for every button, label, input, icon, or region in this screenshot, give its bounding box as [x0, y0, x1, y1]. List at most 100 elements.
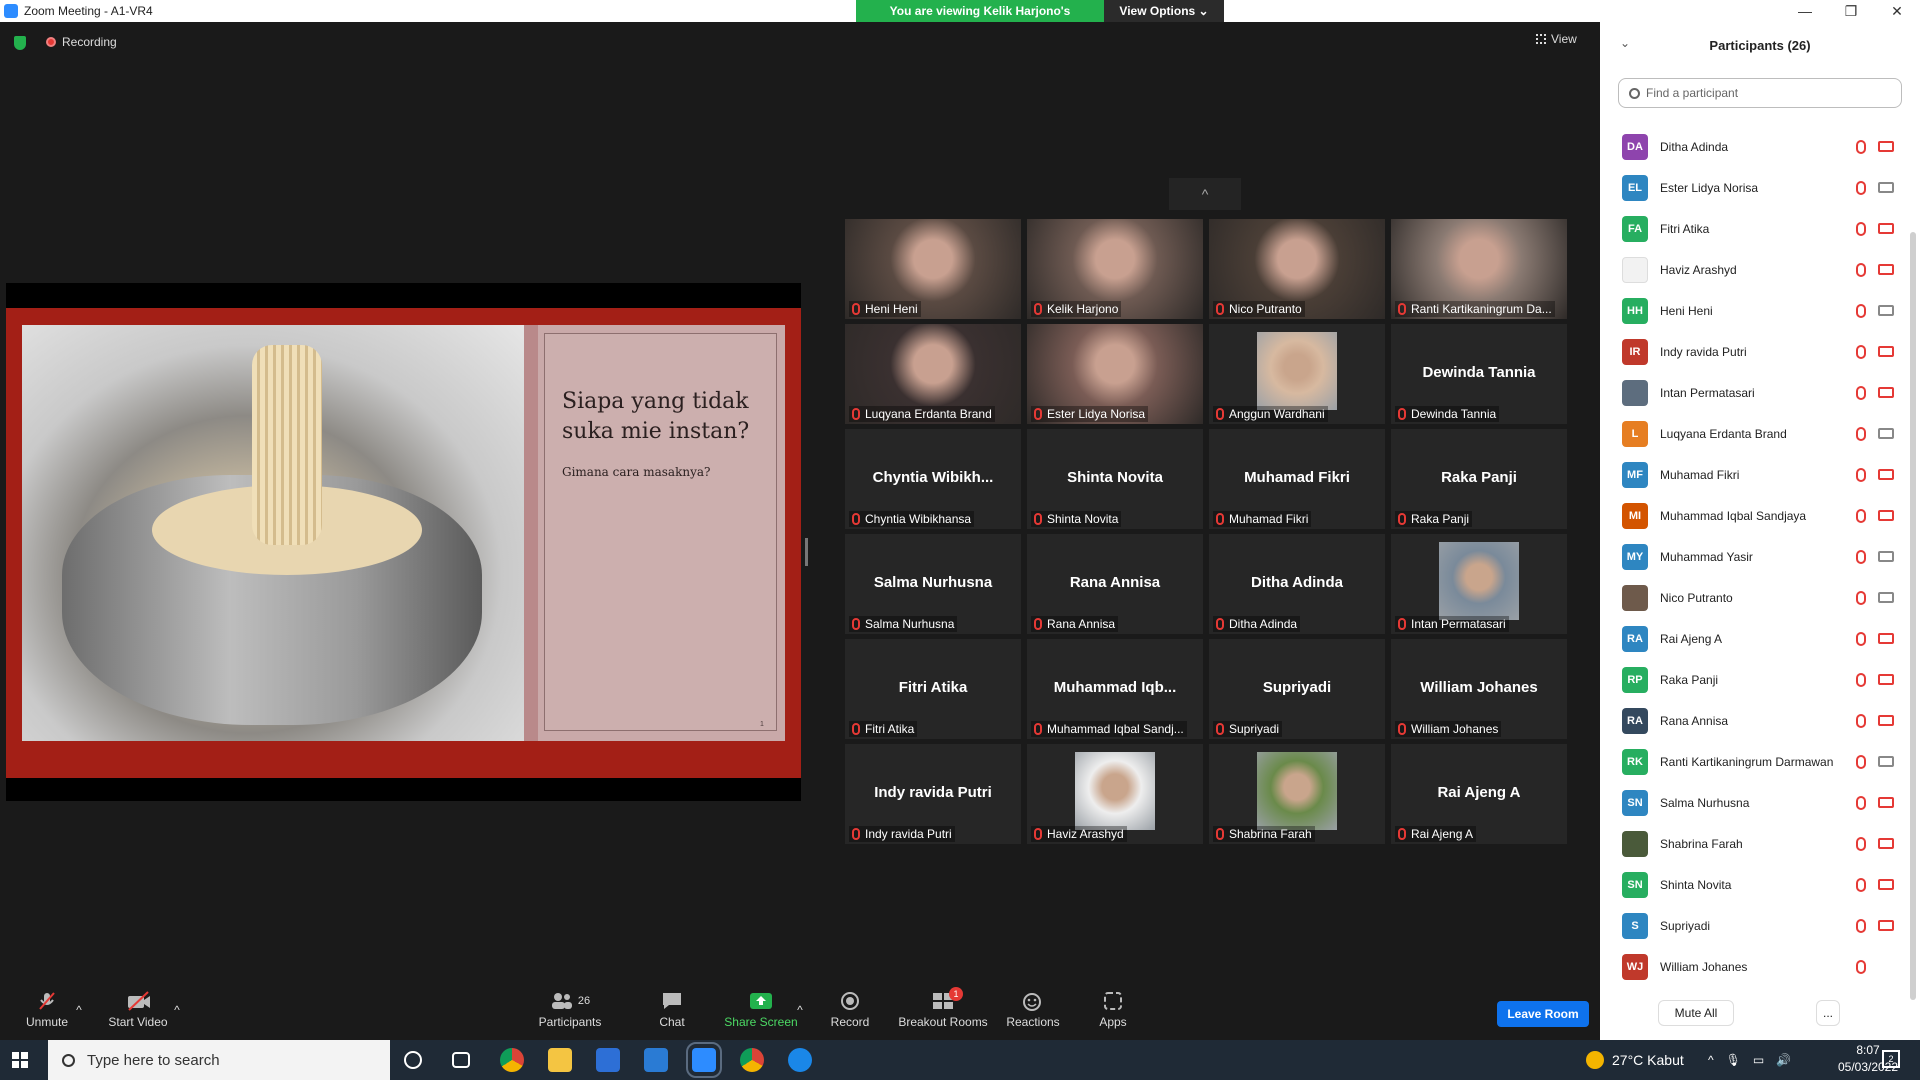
participant-row[interactable]: FA Fitri Atika [1600, 208, 1910, 249]
video-tile[interactable]: Salma Nurhusna Salma Nurhusna [845, 534, 1021, 634]
audio-options-caret[interactable]: ^ [74, 980, 84, 1040]
chrome-icon[interactable] [500, 1048, 524, 1072]
participant-row[interactable]: Shabrina Farah [1600, 823, 1910, 864]
collapse-gallery-button[interactable]: ^ [1169, 178, 1241, 210]
chat-label: Chat [659, 1015, 685, 1029]
search-icon [62, 1053, 75, 1067]
apps-button[interactable]: Apps [1096, 980, 1130, 1040]
video-tile[interactable]: William Johanes William Johanes [1391, 639, 1567, 739]
muted-mic-icon [1034, 618, 1042, 630]
chat-button[interactable]: Chat [652, 980, 692, 1040]
view-options-button[interactable]: View Options ⌄ [1104, 0, 1224, 22]
video-tile[interactable]: Intan Permatasari [1391, 534, 1567, 634]
teamviewer-icon[interactable] [788, 1048, 812, 1072]
participant-row[interactable]: RA Rai Ajeng A [1600, 618, 1910, 659]
weather-label: 27°C Kabut [1612, 1052, 1684, 1068]
video-tile[interactable]: Anggun Wardhani [1209, 324, 1385, 424]
video-tile[interactable]: Nico Putranto [1209, 219, 1385, 319]
participant-row[interactable]: RP Raka Panji [1600, 659, 1910, 700]
participant-list-scrollbar[interactable] [1910, 232, 1916, 1000]
video-tile[interactable]: Heni Heni [845, 219, 1021, 319]
participant-row[interactable]: DA Ditha Adinda [1600, 126, 1910, 167]
maximize-button[interactable]: ❐ [1828, 0, 1874, 22]
breakout-rooms-button[interactable]: 1 Breakout Rooms [898, 980, 988, 1040]
viewing-message: You are viewing Kelik Harjono's screen [856, 0, 1104, 40]
video-options-caret[interactable]: ^ [172, 980, 182, 1040]
participant-row[interactable]: L Luqyana Erdanta Brand [1600, 413, 1910, 454]
muted-mic-icon [1034, 513, 1042, 525]
store-icon[interactable] [596, 1048, 620, 1072]
file-explorer-icon[interactable] [548, 1048, 572, 1072]
video-tile[interactable]: Muhammad Iqb... Muhammad Iqbal Sandj... [1027, 639, 1203, 739]
video-tile[interactable]: Supriyadi Supriyadi [1209, 639, 1385, 739]
participant-row[interactable]: EL Ester Lidya Norisa [1600, 167, 1910, 208]
minimize-button[interactable]: — [1782, 0, 1828, 22]
video-tile[interactable]: Ditha Adinda Ditha Adinda [1209, 534, 1385, 634]
avatar [1622, 379, 1648, 406]
chrome-profile-icon[interactable] [740, 1048, 764, 1072]
video-tile[interactable]: Shabrina Farah [1209, 744, 1385, 844]
participant-row[interactable]: HH Heni Heni [1600, 290, 1910, 331]
video-tile[interactable]: Muhamad Fikri Muhamad Fikri [1209, 429, 1385, 529]
search-icon [1629, 87, 1640, 99]
record-button[interactable]: Record [830, 980, 870, 1040]
video-tile[interactable]: Luqyana Erdanta Brand [845, 324, 1021, 424]
participant-row[interactable]: Intan Permatasari [1600, 372, 1910, 413]
video-tile[interactable]: Indy ravida Putri Indy ravida Putri [845, 744, 1021, 844]
volume-icon[interactable]: 🔊 [1776, 1053, 1791, 1067]
more-options-button[interactable]: ... [1816, 1000, 1840, 1026]
video-tile[interactable]: Chyntia Wibikh... Chyntia Wibikhansa [845, 429, 1021, 529]
video-tile[interactable]: Shinta Novita Shinta Novita [1027, 429, 1203, 529]
cortana-icon[interactable] [404, 1051, 422, 1069]
participant-row[interactable]: SN Salma Nurhusna [1600, 782, 1910, 823]
windows-start-icon[interactable] [12, 1052, 28, 1068]
avatar: RA [1622, 707, 1648, 734]
task-view-icon[interactable] [452, 1052, 470, 1068]
tray-chevron-icon[interactable]: ^ [1708, 1053, 1714, 1067]
taskbar-search-input[interactable]: Type here to search [48, 1040, 390, 1080]
video-tile[interactable]: Dewinda Tannia Dewinda Tannia [1391, 324, 1567, 424]
weather-icon [1586, 1051, 1604, 1069]
share-screen-button[interactable]: Share Screen [722, 980, 800, 1040]
notification-icon[interactable]: 2 [1882, 1050, 1900, 1068]
weather-widget[interactable]: 27°C Kabut [1586, 1040, 1684, 1080]
mail-icon[interactable] [644, 1048, 668, 1072]
participant-row[interactable]: WJ William Johanes [1600, 946, 1910, 987]
close-button[interactable]: ✕ [1874, 0, 1920, 22]
start-video-button[interactable]: Start Video [106, 980, 170, 1040]
participant-row[interactable]: IR Indy ravida Putri [1600, 331, 1910, 372]
video-tile[interactable]: Rana Annisa Rana Annisa [1027, 534, 1203, 634]
mute-all-button[interactable]: Mute All [1658, 1000, 1734, 1026]
participant-row[interactable]: MI Muhammad Iqbal Sandjaya [1600, 495, 1910, 536]
video-tile[interactable]: Rai Ajeng A Rai Ajeng A [1391, 744, 1567, 844]
participant-search-input[interactable]: Find a participant [1618, 78, 1902, 108]
view-button[interactable]: View [1536, 32, 1577, 46]
participant-row[interactable]: RK Ranti Kartikaningrum Darmawan [1600, 741, 1910, 782]
video-tile[interactable]: Ranti Kartikaningrum Da... [1391, 219, 1567, 319]
network-icon[interactable]: ▭ [1753, 1053, 1764, 1067]
grid-icon [1536, 34, 1546, 44]
muted-mic-icon [1856, 139, 1866, 154]
participant-row[interactable]: MY Muhammad Yasir [1600, 536, 1910, 577]
participant-row[interactable]: SN Shinta Novita [1600, 864, 1910, 905]
participant-row[interactable]: Nico Putranto [1600, 577, 1910, 618]
participant-row[interactable]: S Supriyadi [1600, 905, 1910, 946]
participant-row[interactable]: Haviz Arashyd [1600, 249, 1910, 290]
unmute-button[interactable]: Unmute [22, 980, 72, 1040]
participants-button[interactable]: 26 Participants [534, 980, 606, 1040]
leave-room-button[interactable]: Leave Room [1497, 1001, 1589, 1027]
participant-row[interactable]: MF Muhamad Fikri [1600, 454, 1910, 495]
video-tile[interactable]: Kelik Harjono [1027, 219, 1203, 319]
video-tile[interactable]: Raka Panji Raka Panji [1391, 429, 1567, 529]
video-tile[interactable]: Haviz Arashyd [1027, 744, 1203, 844]
microphone-tray-icon[interactable]: 🎙 [1726, 1053, 1741, 1067]
reactions-button[interactable]: Reactions [1006, 980, 1060, 1040]
video-tile[interactable]: Ester Lidya Norisa [1027, 324, 1203, 424]
split-divider-handle[interactable] [805, 538, 808, 566]
recording-indicator[interactable]: Recording [46, 35, 117, 49]
security-shield-icon[interactable] [14, 36, 26, 50]
zoom-app-icon[interactable] [686, 1042, 722, 1078]
video-tile[interactable]: Fitri Atika Fitri Atika [845, 639, 1021, 739]
share-options-caret[interactable]: ^ [795, 980, 805, 1040]
participant-row[interactable]: RA Rana Annisa [1600, 700, 1910, 741]
